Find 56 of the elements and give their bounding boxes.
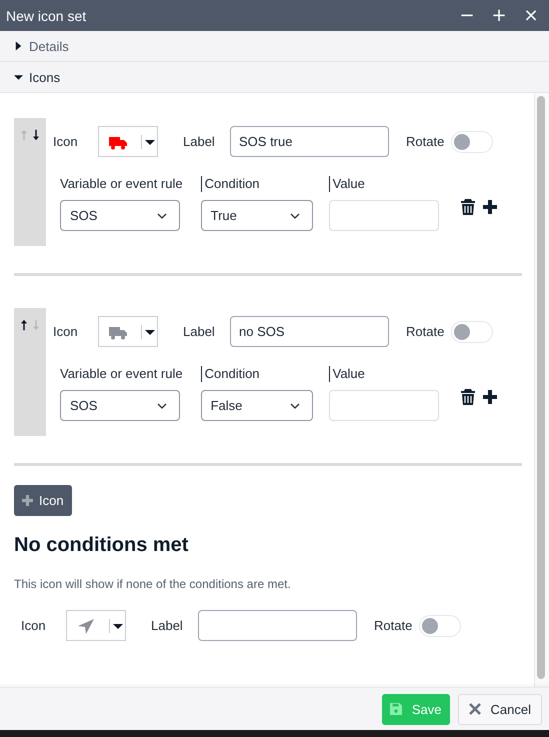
plus-icon[interactable] bbox=[482, 389, 497, 405]
add-icon-button[interactable]: Icon bbox=[14, 485, 72, 516]
section-header[interactable]: Details bbox=[0, 34, 69, 58]
field-label: Value bbox=[328, 176, 439, 192]
label-input[interactable]: SOS true bbox=[230, 126, 389, 157]
window-title: New icon set bbox=[6, 8, 86, 24]
field-label: Variable or event rule bbox=[60, 176, 183, 192]
up-arrow-icon[interactable] bbox=[21, 318, 27, 332]
chevron-down-icon bbox=[157, 212, 167, 218]
navigation-arrow-icon bbox=[76, 618, 96, 634]
minimize-button[interactable]: − bbox=[455, 5, 479, 26]
dropdown[interactable]: False bbox=[200, 390, 313, 421]
down-arrow-icon[interactable] bbox=[33, 128, 39, 142]
rotate-label: Rotate bbox=[374, 618, 414, 633]
scrollbar[interactable] bbox=[534, 93, 549, 687]
icon-picker[interactable] bbox=[98, 316, 158, 347]
section-heading: No conditions met bbox=[14, 534, 190, 557]
dropdown[interactable]: True bbox=[200, 200, 313, 231]
field-label: Value bbox=[328, 366, 439, 382]
dropdown[interactable]: SOS bbox=[60, 390, 180, 421]
value-input[interactable] bbox=[328, 390, 439, 421]
chevron-down-icon bbox=[157, 402, 167, 408]
trash-icon[interactable] bbox=[460, 199, 475, 215]
close-button[interactable]: × bbox=[519, 5, 543, 26]
toggle-switch[interactable] bbox=[451, 320, 493, 342]
field-label: Condition bbox=[200, 176, 313, 192]
icon-picker[interactable] bbox=[66, 610, 126, 641]
chevron-down-icon bbox=[290, 212, 300, 218]
icon-picker[interactable] bbox=[98, 126, 158, 157]
caret-right-icon bbox=[14, 41, 23, 51]
chevron-down-icon bbox=[290, 402, 300, 408]
label-caption: Label bbox=[183, 134, 216, 149]
dropdown[interactable]: SOS bbox=[60, 200, 180, 231]
trash-icon[interactable] bbox=[460, 389, 475, 405]
section-header[interactable]: Icons bbox=[0, 65, 60, 89]
label-input[interactable]: no SOS bbox=[230, 316, 389, 347]
cancel-button[interactable]: Cancel bbox=[458, 694, 542, 724]
rotate-label: Rotate bbox=[406, 324, 446, 339]
close-icon bbox=[468, 703, 481, 715]
label-caption: Label bbox=[183, 324, 216, 339]
maximize-button[interactable]: + bbox=[487, 5, 511, 26]
icon-label: Icon bbox=[21, 618, 47, 633]
field-label: Condition bbox=[200, 366, 313, 382]
label-input[interactable] bbox=[198, 610, 357, 641]
description-text: This icon will show if none of the conditions are met. bbox=[14, 577, 292, 591]
icon-label: Icon bbox=[53, 324, 79, 339]
plus-icon bbox=[22, 495, 33, 506]
rotate-label: Rotate bbox=[406, 134, 446, 149]
field-label: Variable or event rule bbox=[60, 366, 183, 382]
toggle-switch[interactable] bbox=[419, 614, 461, 636]
caret-down-icon bbox=[14, 72, 23, 82]
toggle-switch[interactable] bbox=[451, 130, 493, 152]
icon-label: Icon bbox=[53, 134, 79, 149]
plus-icon[interactable] bbox=[482, 199, 497, 215]
value-input[interactable] bbox=[328, 200, 439, 231]
label-caption: Label bbox=[151, 618, 184, 633]
